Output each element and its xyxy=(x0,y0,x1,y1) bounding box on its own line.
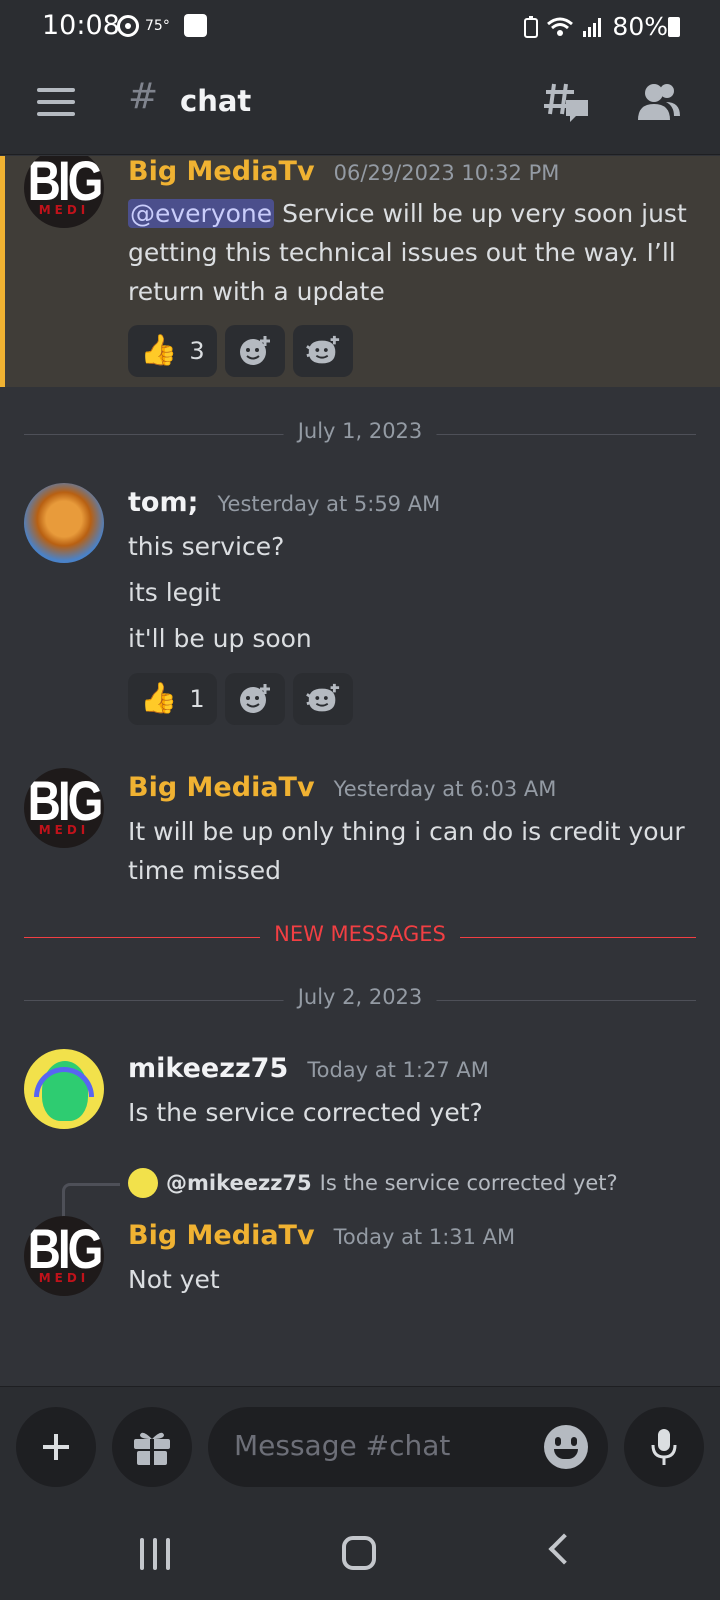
author-name[interactable]: mikeezz75 xyxy=(128,1053,288,1084)
reaction-thumbs-up[interactable]: 👍 1 xyxy=(128,673,217,725)
message[interactable]: BIG MEDI Big MediaTv Yesterday at 6:03 A… xyxy=(0,768,720,898)
message-text: Not yet xyxy=(128,1265,220,1294)
timestamp: Yesterday at 5:59 AM xyxy=(217,492,441,516)
weather-icon xyxy=(117,14,139,37)
system-nav-bar xyxy=(0,1506,720,1600)
status-bar: 10:08 75° 80% xyxy=(0,0,720,52)
members-icon[interactable] xyxy=(636,82,682,122)
message-text: its legit xyxy=(128,578,221,607)
date-divider: July 1, 2023 xyxy=(24,419,696,449)
add-reaction-icon xyxy=(239,336,270,365)
trend-app-icon xyxy=(183,14,207,37)
timestamp: Today at 1:31 AM xyxy=(333,1225,516,1249)
timestamp: Today at 1:27 AM xyxy=(307,1058,489,1082)
gift-icon xyxy=(134,1432,170,1465)
emoji-icon[interactable] xyxy=(544,1425,588,1469)
avatar[interactable]: BIG MEDI xyxy=(24,1216,104,1296)
threads-icon[interactable] xyxy=(544,80,590,124)
battery-saver-icon xyxy=(524,15,539,38)
reply-avatar xyxy=(128,1168,158,1198)
status-time: 10:08 xyxy=(42,10,120,41)
author-name[interactable]: Big MediaTv xyxy=(128,156,315,187)
reply-author[interactable]: @mikeezz75 xyxy=(166,1171,312,1195)
message[interactable]: tom; Yesterday at 5:59 AM this service? … xyxy=(0,483,720,745)
channel-header: # chat xyxy=(0,52,720,155)
message-input[interactable]: Message #chat xyxy=(208,1407,608,1487)
add-reaction-button[interactable] xyxy=(224,325,285,377)
super-reaction-button[interactable] xyxy=(292,673,353,725)
wifi-icon xyxy=(547,17,574,36)
reply-connector xyxy=(62,1183,120,1219)
author-name[interactable]: Big MediaTv xyxy=(128,1220,315,1251)
message-list[interactable]: BIG MEDI Big MediaTv 06/29/2023 10:32 PM… xyxy=(0,156,720,1386)
gift-button[interactable] xyxy=(112,1407,192,1487)
message-text: this service? xyxy=(128,532,285,561)
channel-title: chat xyxy=(180,84,252,118)
message-text: Is the service corrected yet? xyxy=(128,1098,483,1127)
recent-apps-icon[interactable] xyxy=(140,1538,170,1570)
reaction-thumbs-up[interactable]: 👍 3 xyxy=(128,325,217,377)
message-text: @everyone Service will be up very soon j… xyxy=(128,199,687,306)
reaction-count: 1 xyxy=(189,685,205,713)
reactions: 👍 3 xyxy=(128,325,700,377)
status-temperature: 75° xyxy=(145,17,170,34)
super-reaction-button[interactable] xyxy=(292,325,353,377)
add-attachment-button[interactable] xyxy=(16,1407,96,1487)
home-icon[interactable] xyxy=(342,1536,376,1570)
message-text: it'll be up soon xyxy=(128,624,312,653)
battery-percent: 80% xyxy=(612,12,668,41)
super-reaction-icon xyxy=(305,335,339,364)
reaction-count: 3 xyxy=(189,337,205,365)
date-divider: July 2, 2023 xyxy=(24,985,696,1015)
avatar[interactable] xyxy=(24,1049,104,1129)
message-composer: Message #chat xyxy=(0,1386,720,1506)
signal-icon xyxy=(583,17,602,37)
timestamp: Yesterday at 6:03 AM xyxy=(333,777,557,801)
new-messages-divider: NEW MESSAGES xyxy=(24,922,696,952)
author-name[interactable]: tom; xyxy=(128,487,198,518)
message[interactable]: BIG MEDI Big MediaTv Today at 1:31 AM No… xyxy=(0,1216,720,1316)
plus-icon xyxy=(43,1434,69,1460)
timestamp: 06/29/2023 10:32 PM xyxy=(333,161,560,185)
avatar[interactable]: BIG MEDI xyxy=(24,156,104,228)
message[interactable]: BIG MEDI Big MediaTv 06/29/2023 10:32 PM… xyxy=(0,156,720,387)
battery-icon xyxy=(668,17,680,37)
avatar[interactable] xyxy=(24,483,104,563)
channel-hash-icon: # xyxy=(128,76,159,117)
mention[interactable]: @everyone xyxy=(128,199,275,228)
add-reaction-button[interactable] xyxy=(224,673,285,725)
avatar[interactable]: BIG MEDI xyxy=(24,768,104,848)
thumbs-up-icon: 👍 xyxy=(140,681,178,716)
back-icon[interactable] xyxy=(548,1533,580,1565)
message-text: It will be up only thing i can do is cre… xyxy=(128,817,685,885)
reply-reference[interactable]: @mikeezz75 Is the service corrected yet? xyxy=(128,1168,618,1198)
author-name[interactable]: Big MediaTv xyxy=(128,772,315,803)
message[interactable]: mikeezz75 Today at 1:27 AM Is the servic… xyxy=(0,1049,720,1149)
reactions: 👍 1 xyxy=(128,673,700,725)
thumbs-up-icon: 👍 xyxy=(140,333,178,368)
super-reaction-icon xyxy=(305,683,339,712)
message-placeholder: Message #chat xyxy=(234,1429,451,1462)
reply-text: Is the service corrected yet? xyxy=(319,1171,618,1195)
add-reaction-icon xyxy=(239,684,270,713)
microphone-icon xyxy=(651,1429,677,1465)
menu-icon[interactable] xyxy=(37,88,75,116)
voice-message-button[interactable] xyxy=(624,1407,704,1487)
